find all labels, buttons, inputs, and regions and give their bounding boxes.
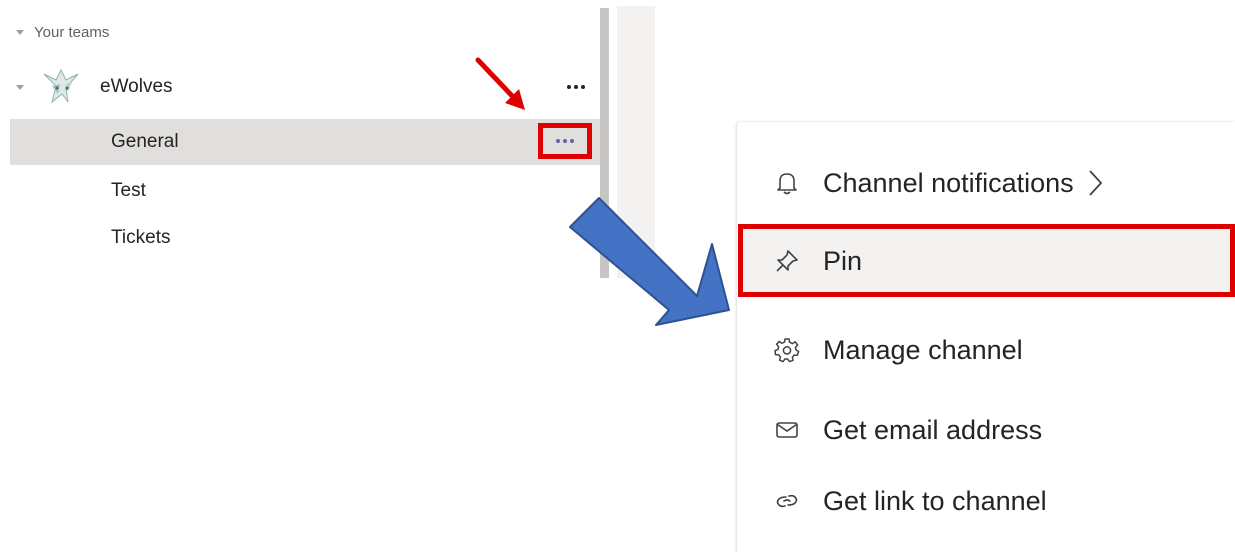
more-options-icon: [556, 139, 574, 143]
menu-item-channel-notifications[interactable]: Channel notifications: [738, 155, 1235, 211]
menu-item-label: Channel notifications: [823, 167, 1074, 198]
section-header-label: Your teams: [34, 23, 110, 41]
teams-panel: Your teams eWolves General Test Tickets: [0, 0, 604, 280]
content-pane-edge: [617, 6, 655, 278]
your-teams-header[interactable]: Your teams: [16, 22, 109, 42]
link-icon: [774, 488, 800, 514]
channel-label: Tickets: [111, 227, 171, 248]
channel-more-options-button[interactable]: [538, 123, 592, 159]
pin-icon: [774, 248, 800, 274]
channel-item-tickets[interactable]: Tickets: [10, 215, 604, 261]
menu-item-label: Get email address: [823, 414, 1043, 445]
wolf-logo-icon: [43, 68, 79, 104]
mail-icon: [774, 417, 800, 443]
bell-icon: [774, 170, 800, 196]
sidebar-scrollbar[interactable]: [600, 8, 609, 278]
more-options-icon: [567, 85, 585, 89]
menu-item-pin[interactable]: Pin: [738, 225, 1235, 297]
chevron-right-icon: [1088, 168, 1108, 198]
menu-item-label: Get link to channel: [823, 485, 1047, 516]
team-name: eWolves: [100, 76, 173, 97]
channel-label: Test: [111, 180, 146, 201]
channel-item-test[interactable]: Test: [10, 168, 604, 214]
gear-icon: [774, 337, 800, 363]
menu-item-get-email-address[interactable]: Get email address: [738, 402, 1235, 458]
expand-caret-icon: [16, 84, 24, 90]
menu-item-manage-channel[interactable]: Manage channel: [738, 322, 1235, 378]
team-row-ewolves[interactable]: eWolves: [16, 64, 596, 110]
channel-label: General: [111, 131, 179, 152]
team-more-options-button[interactable]: [556, 74, 596, 100]
menu-item-label: Manage channel: [823, 334, 1023, 365]
menu-item-label: Pin: [823, 245, 863, 276]
collapse-caret-icon: [16, 29, 24, 35]
channel-item-general[interactable]: General: [10, 119, 604, 165]
menu-item-get-link-to-channel[interactable]: Get link to channel: [738, 473, 1235, 529]
